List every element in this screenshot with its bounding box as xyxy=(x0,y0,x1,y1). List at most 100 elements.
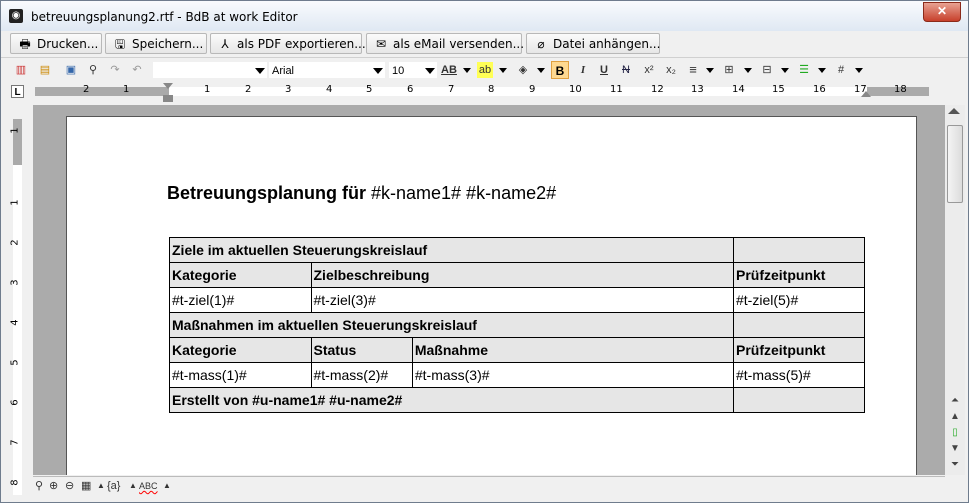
attach-file-button[interactable]: ⌀ Datei anhängen... xyxy=(526,33,660,54)
insert-image-icon[interactable]: ▣ xyxy=(63,62,79,78)
chevron-down-icon[interactable] xyxy=(463,68,471,73)
chevron-down-icon[interactable] xyxy=(706,68,714,73)
goals-section-header[interactable]: Ziele im aktuellen Steuerungskreislauf xyxy=(169,237,734,263)
page-icon[interactable]: ▯ xyxy=(948,427,962,439)
table-icon[interactable]: ⊞ xyxy=(721,62,737,78)
chevron-down-icon[interactable] xyxy=(537,68,545,73)
export-pdf-button[interactable]: ⅄ als PDF exportieren... xyxy=(210,33,366,54)
font-select[interactable]: Arial xyxy=(269,62,385,78)
page-next-icon[interactable]: ▼ xyxy=(948,443,962,455)
vertical-ruler-number: 5 xyxy=(9,359,21,366)
ruler-number: 8 xyxy=(488,84,495,95)
ruler-number: 7 xyxy=(448,84,455,95)
goals-col-checkpoint[interactable]: Prüfzeitpunkt xyxy=(733,262,865,288)
chevron-down-icon[interactable] xyxy=(781,68,789,73)
bold-button[interactable]: B xyxy=(551,61,569,79)
chevron-down-icon[interactable] xyxy=(744,68,752,73)
chevron-down-icon[interactable] xyxy=(855,68,863,73)
page-setup-icon[interactable]: ▥ xyxy=(13,62,29,78)
align-icon[interactable]: ≡ xyxy=(685,62,701,78)
scroll-up-icon[interactable] xyxy=(948,108,960,114)
vertical-ruler-number: 1 xyxy=(9,199,21,206)
underline-button[interactable]: U xyxy=(596,62,612,78)
document-heading[interactable]: Betreuungsplanung für #k-name1# #k-name2… xyxy=(167,183,556,204)
attach-file-button-label: Datei anhängen... xyxy=(553,37,661,51)
pdf-icon: ⅄ xyxy=(221,37,229,51)
table-cell[interactable] xyxy=(733,312,865,338)
document-page[interactable]: Betreuungsplanung für #k-name1# #k-name2… xyxy=(66,116,917,475)
measures-col-measure[interactable]: Maßnahme xyxy=(411,337,735,363)
table-cell[interactable] xyxy=(733,387,865,413)
ruler-number: 13 xyxy=(691,84,704,95)
left-indent-marker[interactable] xyxy=(163,95,173,102)
field-hash-button[interactable]: # xyxy=(833,62,849,78)
list-icon[interactable]: ☰ xyxy=(796,62,812,78)
find-icon[interactable]: ⚲ xyxy=(85,62,101,78)
zoom-in-icon[interactable]: ⊕ xyxy=(49,479,58,493)
zoom-out-icon[interactable]: ⊖ xyxy=(65,479,74,493)
goals-cell-checkpoint[interactable]: #t-ziel(5)# xyxy=(733,287,865,313)
ruler-number: 9 xyxy=(529,84,536,95)
measures-cell-category[interactable]: #t-mass(1)# xyxy=(169,362,312,388)
page-last-icon[interactable]: ⏷ xyxy=(948,459,962,471)
page-first-icon[interactable]: ⏶ xyxy=(948,395,962,407)
font-select-value: Arial xyxy=(272,65,295,77)
style-select[interactable] xyxy=(153,62,267,78)
superscript-button[interactable]: x² xyxy=(641,62,657,78)
scrollbar-thumb[interactable] xyxy=(947,125,963,203)
save-button[interactable]: 🖫 Speichern... xyxy=(105,33,207,54)
measures-col-checkpoint[interactable]: Prüfzeitpunkt xyxy=(733,337,865,363)
measures-cell-measure[interactable]: #t-mass(3)# xyxy=(411,362,735,388)
window-title: betreuungsplanung2.rtf - BdB at work Edi… xyxy=(31,10,298,24)
vertical-ruler-number: 3 xyxy=(9,279,21,286)
measures-col-status[interactable]: Status xyxy=(310,337,413,363)
field-codes-button[interactable]: {a} xyxy=(107,479,120,493)
goals-col-description[interactable]: Zielbeschreibung xyxy=(310,262,734,288)
borders-icon[interactable]: ⊟ xyxy=(759,62,775,78)
fit-page-icon[interactable]: ▦ xyxy=(81,479,91,493)
goals-col-category[interactable]: Kategorie xyxy=(169,262,312,288)
undo-icon[interactable]: ↶ xyxy=(129,62,145,78)
print-button[interactable]: 🖶 Drucken... xyxy=(10,33,102,54)
first-line-indent-marker[interactable] xyxy=(163,83,173,89)
measures-section-header[interactable]: Maßnahmen im aktuellen Steuerungskreisla… xyxy=(169,312,734,338)
planning-table[interactable]: Ziele im aktuellen Steuerungskreislauf K… xyxy=(169,237,865,413)
ruler-number: 14 xyxy=(732,84,745,95)
document-workspace[interactable]: Betreuungsplanung für #k-name1# #k-name2… xyxy=(33,105,945,475)
close-button[interactable]: ✕ xyxy=(923,2,961,22)
paperclip-icon: ⌀ xyxy=(537,37,545,51)
redo-icon[interactable]: ↷ xyxy=(107,62,123,78)
chevron-down-icon[interactable] xyxy=(818,68,826,73)
measures-col-category[interactable]: Kategorie xyxy=(169,337,312,363)
tab-stop-selector[interactable]: L xyxy=(11,85,24,98)
spellcheck-button[interactable]: ABC xyxy=(139,479,158,493)
right-indent-marker[interactable] xyxy=(861,91,871,97)
font-color-icon[interactable]: AB xyxy=(441,62,457,78)
goals-cell-description[interactable]: #t-ziel(3)# xyxy=(310,287,734,313)
measures-cell-status[interactable]: #t-mass(2)# xyxy=(310,362,413,388)
subscript-button[interactable]: x₂ xyxy=(663,62,679,78)
font-size-select[interactable]: 10 xyxy=(389,62,437,78)
editor-window: ◉ betreuungsplanung2.rtf - BdB at work E… xyxy=(0,0,969,503)
zoom-icon[interactable]: ⚲ xyxy=(35,479,43,493)
chevron-down-icon xyxy=(255,68,265,74)
vertical-scrollbar[interactable]: ⏶ ▲ ▯ ▼ ⏷ xyxy=(945,105,965,475)
page-prev-icon[interactable]: ▲ xyxy=(948,411,962,423)
vertical-ruler-number: 2 xyxy=(9,239,21,246)
created-by-footer[interactable]: Erstellt von #u-name1# #u-name2# xyxy=(169,387,734,413)
properties-icon[interactable]: ▤ xyxy=(37,62,53,78)
chevron-up-icon[interactable]: ▲ xyxy=(129,479,137,493)
chevron-up-icon[interactable]: ▲ xyxy=(163,479,171,493)
strikethrough-button[interactable]: N xyxy=(618,62,634,78)
measures-cell-checkpoint[interactable]: #t-mass(5)# xyxy=(733,362,865,388)
send-email-button[interactable]: ✉ als eMail versenden... xyxy=(366,33,524,54)
goals-cell-category[interactable]: #t-ziel(1)# xyxy=(169,287,312,313)
save-button-label: Speichern... xyxy=(132,37,204,51)
ruler-number: 16 xyxy=(813,84,826,95)
highlight-icon[interactable]: ab xyxy=(477,62,493,78)
chevron-down-icon[interactable] xyxy=(499,68,507,73)
table-cell[interactable] xyxy=(733,237,865,263)
fill-color-icon[interactable]: ◈ xyxy=(515,62,531,78)
italic-button[interactable]: I xyxy=(575,62,591,78)
chevron-up-icon[interactable]: ▲ xyxy=(97,479,105,493)
